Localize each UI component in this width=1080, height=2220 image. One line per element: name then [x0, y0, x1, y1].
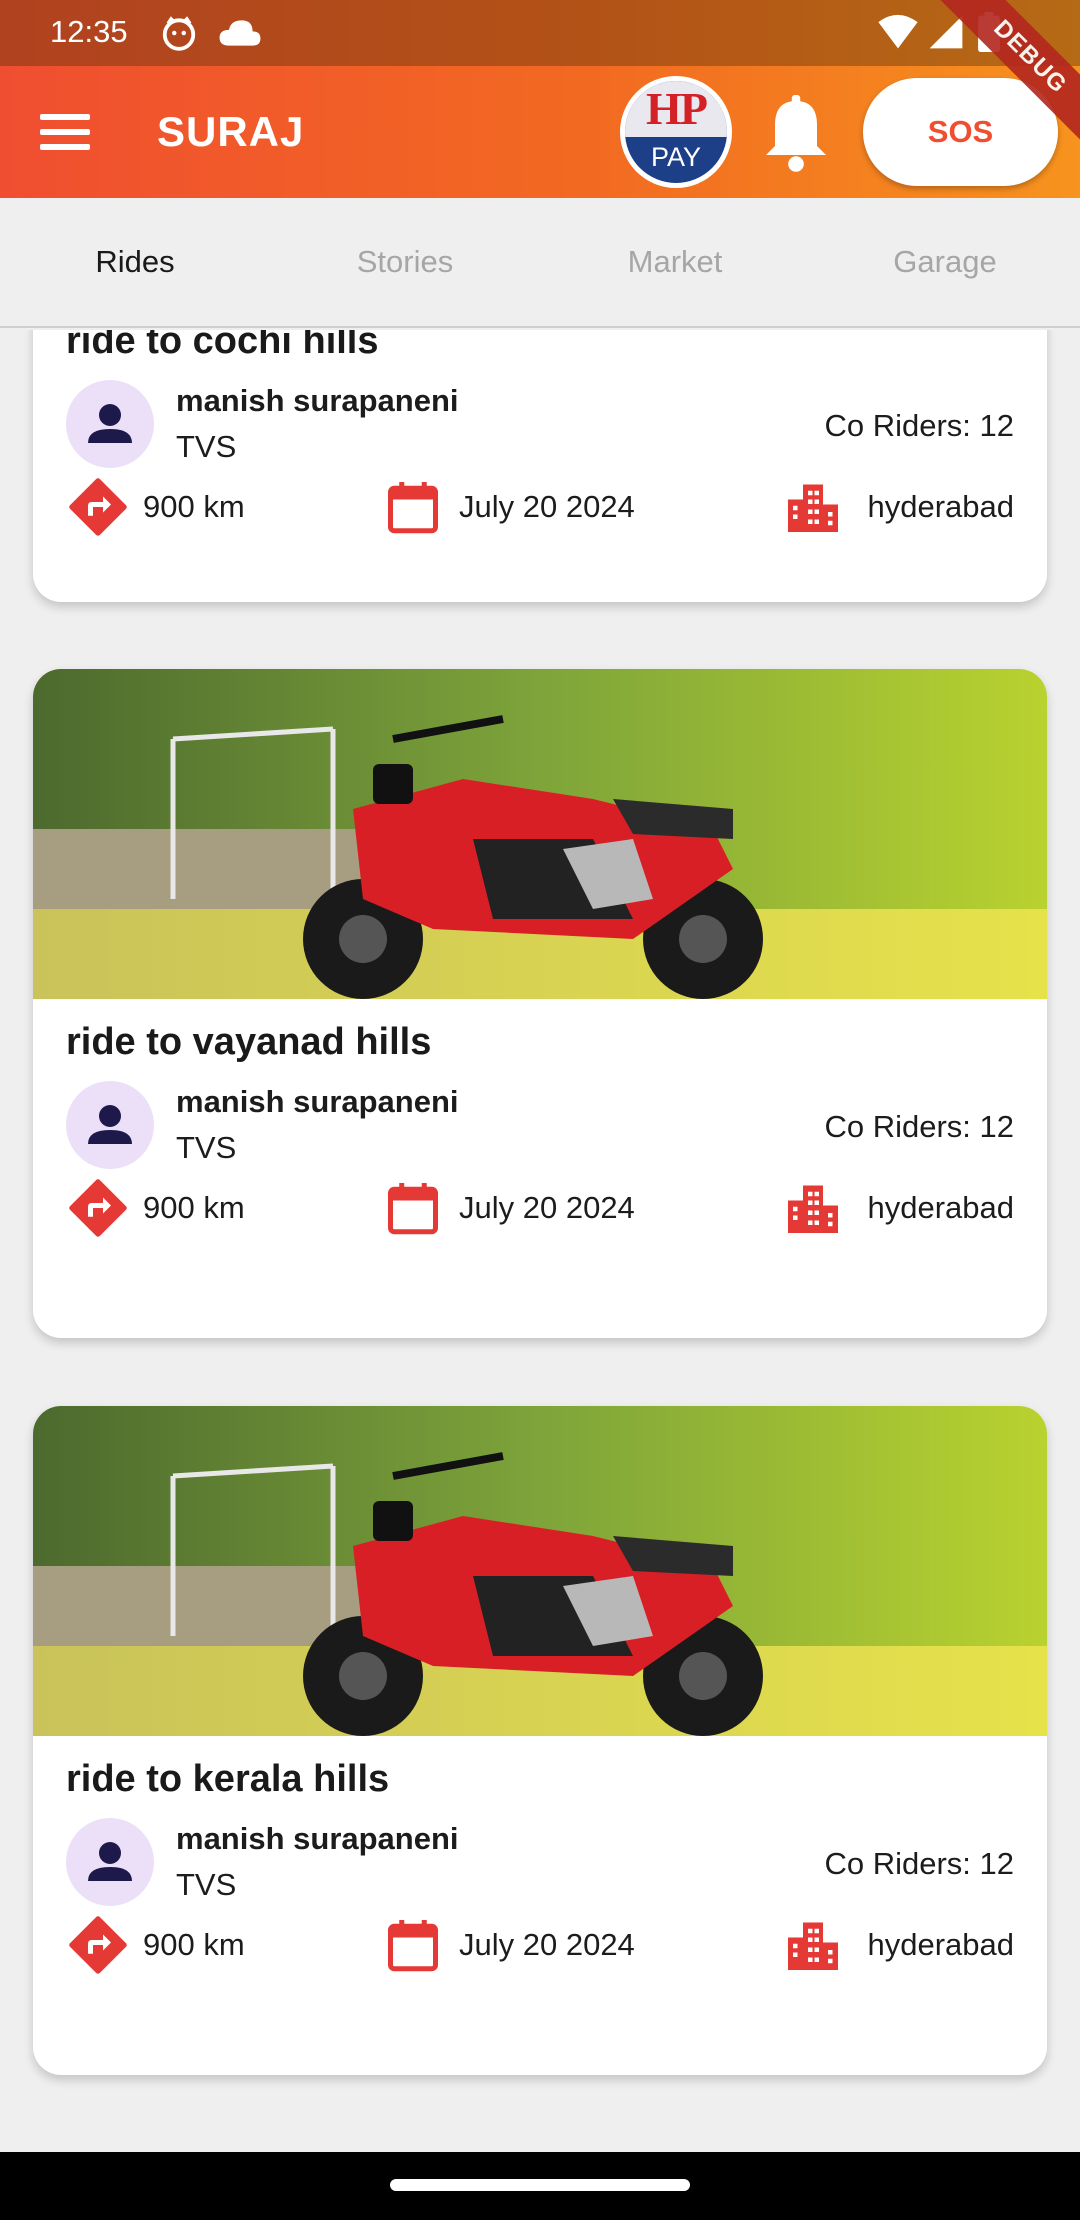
- calendar-icon: [388, 482, 438, 534]
- person-icon: [88, 404, 132, 443]
- ride-cover-image: [33, 1406, 1047, 1736]
- hp-pay-logo: HP: [625, 81, 727, 137]
- home-gesture-handle[interactable]: [390, 2179, 690, 2191]
- person-icon: [88, 1842, 132, 1881]
- rider-brand: TVS: [176, 429, 237, 464]
- menu-icon-bar: [40, 144, 90, 150]
- app-bar: SURAJ HP PAY SOS: [0, 66, 1080, 198]
- menu-icon-bar: [40, 129, 90, 135]
- ride-title: ride to kerala hills: [66, 1758, 390, 1800]
- app-notification-icon: [162, 16, 196, 51]
- ride-distance: 900 km: [143, 1190, 245, 1225]
- ride-card[interactable]: ride to cochi hills manish surapaneni TV…: [33, 330, 1047, 602]
- rider-name: manish surapaneni: [176, 1084, 459, 1119]
- bell-icon[interactable]: [760, 94, 832, 174]
- hp-pay-label: PAY: [650, 142, 702, 172]
- ride-distance: 900 km: [143, 1927, 245, 1962]
- directions-icon: [69, 1179, 127, 1237]
- ride-title: ride to cochi hills: [66, 330, 379, 362]
- directions-icon: [69, 1916, 127, 1974]
- app-title: SURAJ: [157, 108, 305, 155]
- avatar: [66, 1818, 154, 1906]
- wifi-icon: [878, 14, 918, 49]
- ride-distance: 900 km: [143, 489, 245, 524]
- ride-city: hyderabad: [867, 1927, 1014, 1962]
- avatar: [66, 380, 154, 468]
- hp-pay-button[interactable]: HP PAY: [620, 76, 732, 188]
- rider-name: manish surapaneni: [176, 1821, 459, 1856]
- status-bar: 12:35: [0, 0, 1080, 66]
- tab-rides[interactable]: Rides: [0, 198, 270, 326]
- rides-feed[interactable]: ride to cochi hills manish surapaneni TV…: [0, 330, 1080, 2152]
- tab-garage[interactable]: Garage: [810, 198, 1080, 326]
- city-icon: [788, 484, 838, 532]
- co-riders-count: Co Riders: 12: [824, 1109, 1014, 1144]
- directions-icon: [69, 478, 127, 536]
- system-nav-bar: [0, 2152, 1080, 2220]
- menu-button[interactable]: [30, 96, 102, 168]
- ride-card[interactable]: ride to kerala hills manish surapaneni T…: [33, 1406, 1047, 2075]
- signal-icon: [929, 15, 963, 49]
- ride-city: hyderabad: [867, 489, 1014, 524]
- ride-cover-image: [33, 669, 1047, 999]
- calendar-icon: [388, 1920, 438, 1972]
- ride-city: hyderabad: [867, 1190, 1014, 1225]
- cloud-icon: [219, 20, 261, 46]
- tab-stories[interactable]: Stories: [270, 198, 540, 326]
- city-icon: [788, 1922, 838, 1970]
- tab-bar: Rides Stories Market Garage: [0, 198, 1080, 328]
- ride-date: July 20 2024: [459, 1190, 635, 1225]
- calendar-icon: [388, 1183, 438, 1235]
- ride-date: July 20 2024: [459, 489, 635, 524]
- co-riders-count: Co Riders: 12: [824, 408, 1014, 443]
- rider-name: manish surapaneni: [176, 383, 459, 418]
- ride-title: ride to vayanad hills: [66, 1021, 432, 1063]
- ride-card[interactable]: ride to vayanad hills manish surapaneni …: [33, 669, 1047, 1338]
- rider-brand: TVS: [176, 1867, 237, 1902]
- ride-date: July 20 2024: [459, 1927, 635, 1962]
- avatar: [66, 1081, 154, 1169]
- tab-market[interactable]: Market: [540, 198, 810, 326]
- rider-brand: TVS: [176, 1130, 237, 1165]
- menu-icon: [40, 114, 90, 120]
- sos-button[interactable]: SOS: [863, 78, 1058, 186]
- header: 12:35 SURAJ HP PAY SOS DEBUG: [0, 0, 1080, 198]
- co-riders-count: Co Riders: 12: [824, 1846, 1014, 1881]
- app-root: 12:35 SURAJ HP PAY SOS DEBUG Rides Stori…: [0, 0, 1080, 2220]
- city-icon: [788, 1185, 838, 1233]
- status-time: 12:35: [50, 14, 128, 49]
- person-icon: [88, 1105, 132, 1144]
